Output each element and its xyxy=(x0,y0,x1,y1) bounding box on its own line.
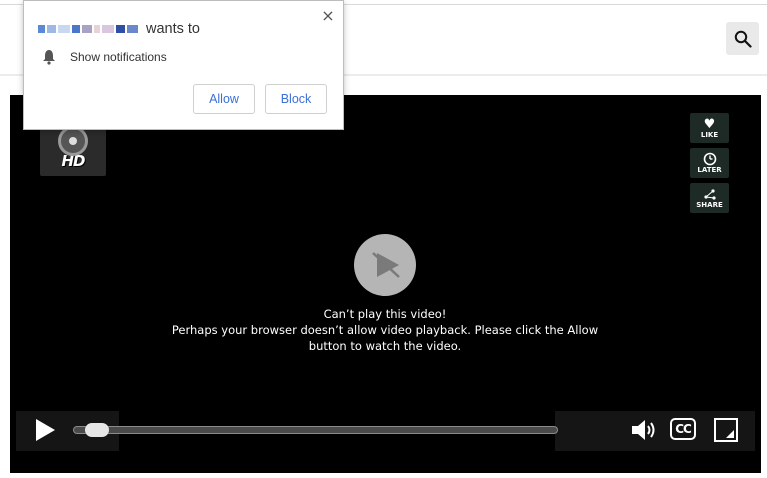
film-reel-icon xyxy=(58,126,88,156)
allow-button[interactable]: Allow xyxy=(193,84,255,114)
search-button[interactable] xyxy=(726,22,759,55)
later-label: LATER xyxy=(697,166,722,174)
volume-icon[interactable] xyxy=(630,417,660,443)
fullscreen-icon[interactable] xyxy=(714,418,738,442)
clock-icon xyxy=(703,152,716,166)
progress-bar[interactable] xyxy=(73,426,558,434)
video-player[interactable]: HD ♥ LIKE LATER SHARE Can’t play this vi… xyxy=(10,95,761,473)
like-label: LIKE xyxy=(700,130,719,139)
play-icon[interactable] xyxy=(32,417,58,443)
block-button[interactable]: Block xyxy=(265,84,327,114)
heart-icon: ♥ xyxy=(703,116,716,132)
share-label: SHARE xyxy=(696,200,723,209)
popup-title-text: wants to xyxy=(146,21,200,37)
like-button[interactable]: ♥ LIKE xyxy=(690,113,729,143)
share-button[interactable]: SHARE xyxy=(690,183,729,213)
obscured-site-name xyxy=(38,25,140,33)
play-blocked-icon xyxy=(372,252,400,278)
error-title: Can’t play this video! xyxy=(323,307,447,321)
error-line-3: button to watch the video. xyxy=(308,339,462,353)
notification-permission-popup: wants to × Show notifications Allow Bloc… xyxy=(23,0,344,130)
progress-handle[interactable] xyxy=(85,423,109,437)
permission-label: Show notifications xyxy=(70,50,167,64)
error-line-2: Perhaps your browser doesn’t allow video… xyxy=(171,323,599,337)
later-button[interactable]: LATER xyxy=(690,148,729,178)
close-icon[interactable]: × xyxy=(320,8,336,24)
share-icon xyxy=(703,188,716,200)
closed-captions-button[interactable]: CC xyxy=(670,418,696,440)
bell-icon xyxy=(43,50,55,65)
center-play-button[interactable] xyxy=(354,234,416,296)
playback-error-message: Can’t play this video! Perhaps your brow… xyxy=(160,306,610,354)
popup-title: wants to xyxy=(38,21,200,37)
search-icon xyxy=(734,30,752,48)
